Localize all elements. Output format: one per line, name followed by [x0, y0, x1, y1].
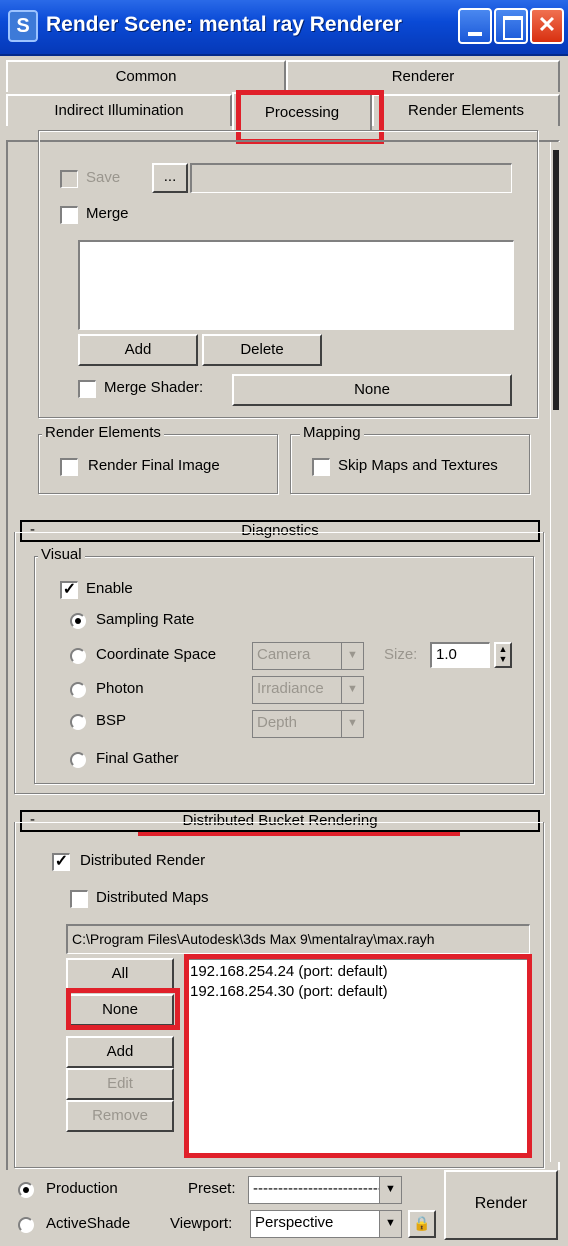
- size-spinner[interactable]: ▲ ▼: [494, 642, 512, 668]
- coordinate-space-radio[interactable]: [70, 648, 86, 664]
- render-final-image-label: Render Final Image: [88, 457, 220, 474]
- coordinate-space-select[interactable]: Camera ▼: [252, 642, 364, 670]
- bsp-radio[interactable]: [70, 714, 86, 730]
- viewport-value: Perspective: [255, 1214, 334, 1231]
- bsp-label: BSP: [96, 712, 127, 729]
- skip-maps-label: Skip Maps and Textures: [338, 457, 498, 474]
- viewport-label: Viewport:: [170, 1215, 233, 1232]
- scrollbar-thumb[interactable]: [553, 150, 559, 410]
- save-label: Save: [86, 169, 121, 186]
- render-final-image-checkbox[interactable]: [60, 458, 78, 476]
- edit-host-button[interactable]: Edit: [66, 1068, 174, 1100]
- add-host-button[interactable]: Add: [66, 1036, 174, 1068]
- tab-render-elements[interactable]: Render Elements: [372, 94, 560, 126]
- production-label: Production: [46, 1180, 118, 1197]
- distributed-maps-checkbox[interactable]: [70, 890, 88, 908]
- rayhosts-path-field[interactable]: C:\Program Files\Autodesk\3ds Max 9\ment…: [66, 924, 530, 954]
- app-icon: S: [8, 10, 38, 42]
- merge-shader-button[interactable]: None: [232, 374, 512, 406]
- bsp-value: Depth: [257, 714, 298, 731]
- coordinate-space-value: Camera: [257, 646, 311, 663]
- chevron-down-icon: ▼: [341, 643, 363, 669]
- render-elements-group-title: Render Elements: [42, 424, 164, 441]
- preset-label: Preset:: [188, 1180, 236, 1197]
- activeshade-radio[interactable]: [18, 1217, 34, 1233]
- final-gather-label: Final Gather: [96, 750, 179, 767]
- render-button[interactable]: Render: [444, 1170, 558, 1240]
- production-radio[interactable]: [18, 1182, 34, 1198]
- viewport-select[interactable]: Perspective ▼: [250, 1210, 402, 1238]
- tab-indirect-illumination[interactable]: Indirect Illumination: [6, 94, 232, 126]
- save-path-field[interactable]: [190, 163, 512, 193]
- sampling-rate-label: Sampling Rate: [96, 611, 195, 628]
- browse-button[interactable]: ...: [152, 163, 188, 193]
- title-bar: S Render Scene: mental ray Renderer: [0, 0, 568, 56]
- merge-shader-label: Merge Shader:: [104, 379, 204, 396]
- preset-select[interactable]: -------------------------- ▼: [248, 1176, 402, 1204]
- close-button[interactable]: [530, 8, 564, 44]
- lock-viewport-button[interactable]: 🔒: [408, 1210, 436, 1238]
- tab-common[interactable]: Common: [6, 60, 286, 92]
- bsp-select[interactable]: Depth ▼: [252, 710, 364, 738]
- tab-renderer[interactable]: Renderer: [286, 60, 560, 92]
- merge-label: Merge: [86, 205, 129, 222]
- skip-maps-checkbox[interactable]: [312, 458, 330, 476]
- distributed-render-checkbox[interactable]: ✓: [52, 853, 70, 871]
- minimize-button[interactable]: [458, 8, 492, 44]
- window-title: Render Scene: mental ray Renderer: [46, 13, 402, 36]
- check-icon: ✓: [54, 853, 69, 870]
- enable-label: Enable: [86, 580, 133, 597]
- highlight-none-button: [66, 988, 180, 1030]
- size-label: Size:: [384, 646, 418, 663]
- distributed-render-label: Distributed Render: [80, 852, 206, 869]
- maximize-button[interactable]: [494, 8, 528, 44]
- photon-value: Irradiance: [257, 680, 324, 697]
- merge-checkbox[interactable]: [60, 206, 78, 224]
- chevron-down-icon: ▼: [341, 677, 363, 703]
- photon-radio[interactable]: [70, 682, 86, 698]
- mapping-group-title: Mapping: [300, 424, 364, 441]
- visual-group-title: Visual: [38, 546, 85, 563]
- lock-icon: 🔒: [413, 1215, 431, 1231]
- chevron-down-icon: ▼: [379, 1211, 401, 1237]
- sampling-rate-radio[interactable]: [70, 613, 86, 629]
- coordinate-space-label: Coordinate Space: [96, 646, 217, 663]
- check-icon: ✓: [62, 581, 77, 598]
- highlight-hosts-list: [184, 954, 532, 1158]
- save-checkbox[interactable]: [60, 170, 78, 188]
- size-field[interactable]: 1.0: [430, 642, 490, 668]
- chevron-down-icon: ▼: [379, 1177, 401, 1203]
- delete-pass-button[interactable]: Delete: [202, 334, 322, 366]
- remove-host-button[interactable]: Remove: [66, 1100, 174, 1132]
- select-all-button[interactable]: All: [66, 958, 174, 990]
- distributed-maps-label: Distributed Maps: [96, 889, 209, 906]
- enable-checkbox[interactable]: ✓: [60, 581, 78, 599]
- merge-list[interactable]: [78, 240, 514, 330]
- preset-value: --------------------------: [253, 1180, 383, 1197]
- add-pass-button[interactable]: Add: [78, 334, 198, 366]
- final-gather-radio[interactable]: [70, 752, 86, 768]
- photon-label: Photon: [96, 680, 144, 697]
- merge-shader-checkbox[interactable]: [78, 380, 96, 398]
- activeshade-label: ActiveShade: [46, 1215, 131, 1232]
- chevron-down-icon: ▼: [341, 711, 363, 737]
- photon-select[interactable]: Irradiance ▼: [252, 676, 364, 704]
